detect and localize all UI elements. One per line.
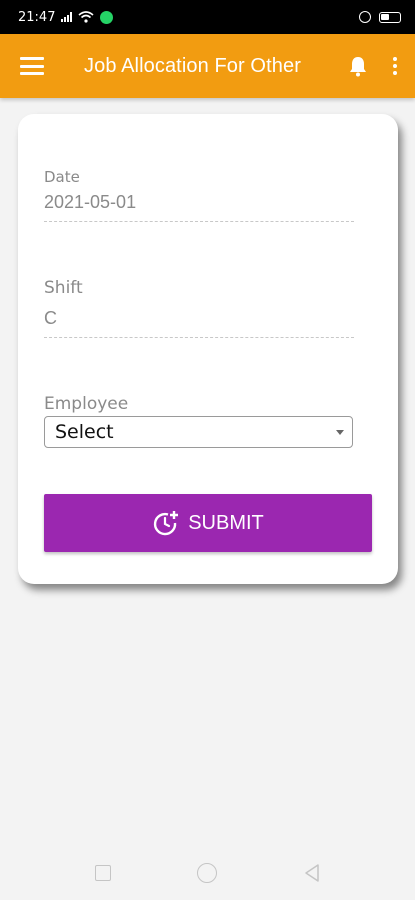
battery-icon xyxy=(379,11,401,23)
status-left: 21:47 xyxy=(18,9,114,25)
back-button[interactable] xyxy=(303,863,321,883)
submit-button[interactable]: SUBMIT xyxy=(44,494,372,552)
signal-icon xyxy=(61,12,73,22)
shift-label: Shift xyxy=(44,278,83,298)
page-title: Job Allocation For Other xyxy=(84,54,301,77)
wifi-icon xyxy=(78,11,94,23)
hamburger-icon xyxy=(20,57,44,75)
notification-button[interactable] xyxy=(341,34,375,98)
bell-icon xyxy=(350,57,366,77)
form-card: Date 2021-05-01 Shift C Employee Select … xyxy=(18,114,398,584)
system-nav-bar xyxy=(0,846,415,900)
status-time: 21:47 xyxy=(18,9,56,25)
employee-select-value: Select xyxy=(55,421,114,443)
submit-label: SUBMIT xyxy=(188,511,264,534)
recents-button[interactable] xyxy=(94,865,111,881)
employee-label: Employee xyxy=(44,394,129,414)
shift-field[interactable]: C xyxy=(44,308,354,338)
caret-down-icon xyxy=(336,429,344,435)
date-label: Date xyxy=(44,168,80,186)
app-bar: Job Allocation For Other xyxy=(0,34,415,98)
alarm-icon xyxy=(359,11,371,23)
status-right xyxy=(359,11,401,23)
employee-select[interactable]: Select xyxy=(44,416,353,448)
menu-button[interactable] xyxy=(0,34,64,98)
home-button[interactable] xyxy=(196,863,217,883)
clock-plus-icon xyxy=(154,511,179,536)
whatsapp-icon xyxy=(100,10,114,24)
status-bar: 21:47 xyxy=(0,0,415,34)
more-vert-icon xyxy=(393,57,397,75)
date-field[interactable]: 2021-05-01 xyxy=(44,192,354,222)
more-options-button[interactable] xyxy=(375,34,415,98)
